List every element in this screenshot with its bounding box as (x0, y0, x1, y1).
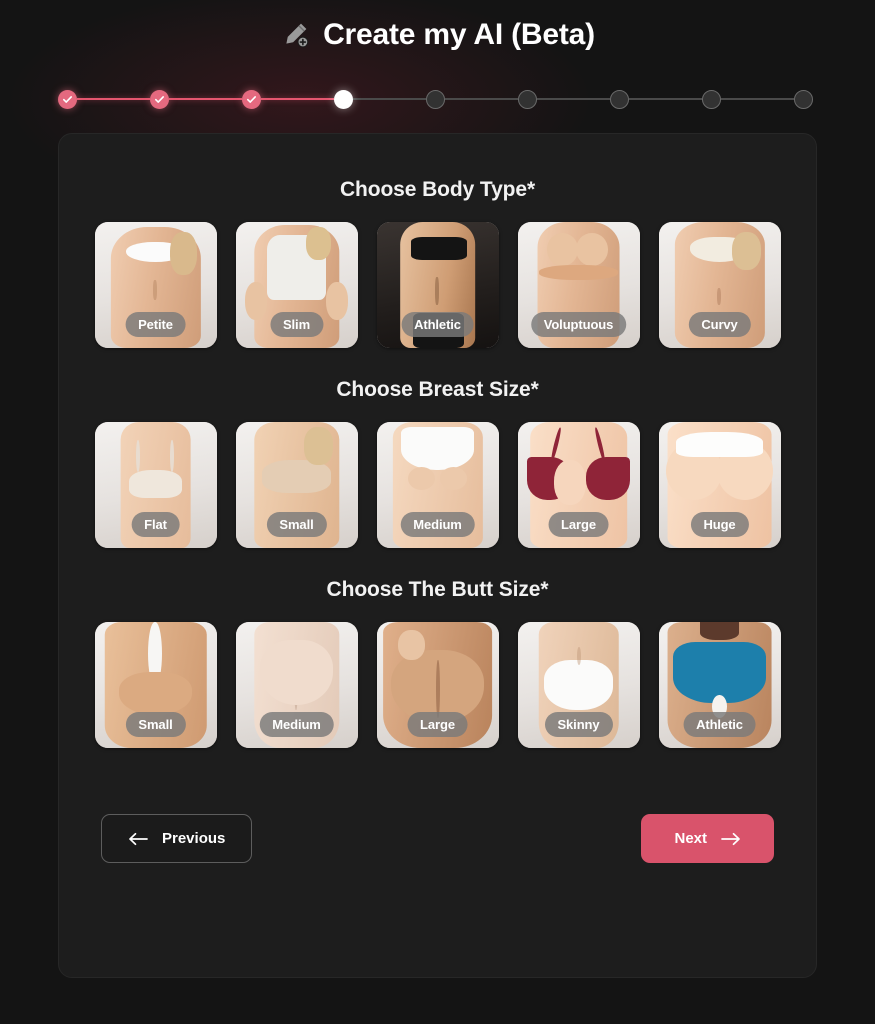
option-card-voluptuous[interactable]: Voluptuous (517, 222, 640, 348)
form-navigation: Previous Next (101, 814, 774, 863)
option-card-curvy[interactable]: Curvy (658, 222, 781, 348)
section-breast-size: Choose Breast Size* Flat Small Medium La… (59, 378, 816, 548)
stepper-step-2[interactable] (150, 89, 169, 109)
stepper-step-7[interactable] (610, 89, 629, 109)
option-label: Huge (690, 512, 749, 537)
step-dot-todo[interactable] (426, 89, 445, 109)
option-card-slim[interactable]: Slim (235, 222, 358, 348)
breast-size-options: Flat Small Medium Large Huge (59, 422, 816, 548)
step-dot-current[interactable] (334, 89, 353, 109)
option-label: Large (407, 712, 468, 737)
step-dot-todo[interactable] (610, 89, 629, 109)
stepper-step-8[interactable] (702, 89, 721, 109)
next-button-label: Next (674, 830, 707, 847)
stepper-step-6[interactable] (518, 89, 537, 109)
step-connector-todo (629, 98, 702, 100)
step-connector-done (77, 98, 150, 100)
option-label: Small (125, 712, 186, 737)
step-connector-todo (537, 98, 610, 100)
option-card-athletic[interactable]: Athletic (376, 222, 499, 348)
previous-button[interactable]: Previous (101, 814, 253, 863)
check-icon (155, 95, 164, 103)
option-label: Curvy (688, 312, 751, 337)
step-connector-todo (353, 98, 426, 100)
step-dot-done[interactable] (150, 89, 169, 109)
stepper-step-3[interactable] (242, 89, 261, 109)
option-card-flat[interactable]: Flat (94, 422, 217, 548)
form-panel: Choose Body Type* Petite Slim Athletic V… (58, 133, 817, 978)
option-card-butt-medium[interactable]: Medium (235, 622, 358, 748)
step-dot-todo[interactable] (794, 89, 813, 109)
option-card-butt-small[interactable]: Small (94, 622, 217, 748)
option-label: Skinny (544, 712, 613, 737)
option-label: Slim (269, 312, 324, 337)
option-label: Athletic (401, 312, 474, 337)
step-dot-todo[interactable] (518, 89, 537, 109)
check-icon (247, 95, 256, 103)
option-card-large[interactable]: Large (517, 422, 640, 548)
option-label: Large (548, 512, 609, 537)
previous-button-label: Previous (162, 830, 226, 847)
option-card-small[interactable]: Small (235, 422, 358, 548)
butt-size-options: Small Medium Large Skinny Athletic (59, 622, 816, 748)
stepper-step-4-current[interactable] (334, 89, 353, 109)
step-dot-done[interactable] (242, 89, 261, 109)
option-label: Small (266, 512, 327, 537)
option-label: Athletic (683, 712, 756, 737)
stepper-step-9[interactable] (794, 89, 813, 109)
option-label: Petite (125, 312, 186, 337)
section-butt-size: Choose The Butt Size* Small Medium Large… (59, 578, 816, 748)
option-card-petite[interactable]: Petite (94, 222, 217, 348)
step-connector-todo (445, 98, 518, 100)
section-body-type: Choose Body Type* Petite Slim Athletic V… (59, 178, 816, 348)
option-card-butt-large[interactable]: Large (376, 622, 499, 748)
step-dot-done[interactable] (58, 89, 77, 109)
stepper-step-1[interactable] (58, 89, 77, 109)
step-connector-todo (721, 98, 794, 100)
page-title: Create my AI (Beta) (323, 18, 595, 51)
option-label: Flat (131, 512, 180, 537)
option-card-butt-skinny[interactable]: Skinny (517, 622, 640, 748)
option-label: Medium (400, 512, 475, 537)
next-button[interactable]: Next (641, 814, 774, 863)
section-title-breast-size: Choose Breast Size* (336, 378, 539, 401)
option-card-huge[interactable]: Huge (658, 422, 781, 548)
section-title-butt-size: Choose The Butt Size* (326, 578, 549, 601)
arrow-right-icon (721, 832, 741, 846)
step-dot-todo[interactable] (702, 89, 721, 109)
option-card-medium[interactable]: Medium (376, 422, 499, 548)
stepper-step-5[interactable] (426, 89, 445, 109)
step-connector-done (261, 98, 334, 100)
option-label: Medium (259, 712, 334, 737)
step-connector-done (169, 98, 242, 100)
pencil-plus-icon (280, 20, 310, 50)
create-ai-page: Create my AI (Beta) Choose Body Type* Pe… (0, 0, 875, 1024)
arrow-left-icon (128, 832, 148, 846)
check-icon (63, 95, 72, 103)
body-type-options: Petite Slim Athletic Voluptuous Curvy (59, 222, 816, 348)
section-title-body-type: Choose Body Type* (339, 178, 536, 201)
page-header: Create my AI (Beta) (0, 0, 875, 62)
progress-stepper (58, 84, 817, 114)
option-label: Voluptuous (530, 312, 627, 337)
option-card-butt-athletic[interactable]: Athletic (658, 622, 781, 748)
